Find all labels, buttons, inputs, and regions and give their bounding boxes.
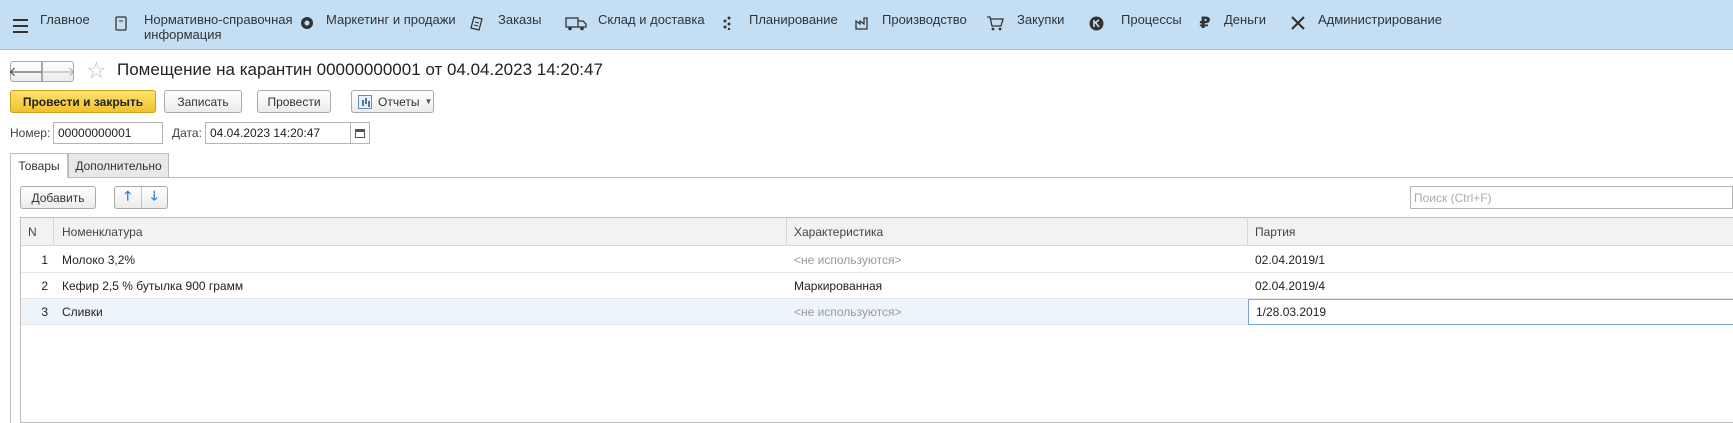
menu-section-marketing[interactable]: Маркетинг и продажи [296,12,456,32]
menu-section-reference[interactable]: Нормативно-справочная информация [110,12,293,42]
processes-icon [1085,14,1107,32]
reports-icon [358,94,372,109]
menu-section-label: Маркетинг и продажи [326,12,456,27]
cell-item[interactable]: Кефир 2,5 % бутылка 900 грамм [55,273,787,299]
date-field[interactable]: 04.04.2023 14:20:47 [205,122,351,144]
menu-section-label: Производство [882,12,967,27]
cell-n: 2 [41,279,48,293]
goods-table: N Номенклатура Характеристика Партия 1 М… [20,217,1733,423]
column-header-characteristic[interactable]: Характеристика [787,218,1248,246]
reference-book-icon [110,14,132,32]
tab-additional[interactable]: Дополнительно [68,153,169,178]
menu-section-main[interactable]: Главное [28,12,90,27]
page-title: Помещение на карантин 00000000001 от 04.… [117,60,603,79]
table-row[interactable]: 3 Сливки <не используются> 1/28.03.2019 [21,299,1733,325]
menu-section-label: Заказы [498,12,542,27]
menu-icon[interactable] [13,19,28,33]
marketing-icon [296,14,318,32]
planning-icon [718,14,740,32]
ruble-icon: ₽ [1199,15,1211,32]
orders-icon [466,14,488,32]
move-down-button[interactable]: 🡓 [140,187,168,208]
table-row[interactable]: 2 Кефир 2,5 % бутылка 900 грамм Маркиров… [21,273,1733,299]
arrow-down-icon: 🡓 [150,187,158,203]
cell-batch[interactable]: 1/28.03.2019 [1248,299,1733,325]
cell-n: 1 [41,253,48,267]
arrow-left-icon: 🡐 [8,63,44,79]
favorite-star-icon[interactable]: ☆ [86,56,107,84]
main-menu-bar: Главное Нормативно-справочная информация… [0,0,1733,50]
menu-section-warehouse[interactable]: Склад и доставка [564,12,705,32]
cell-item[interactable]: Сливки [55,299,787,325]
cart-icon [984,14,1006,32]
menu-section-production[interactable]: Производство [851,12,967,32]
column-header-n[interactable]: N [21,218,54,246]
post-button[interactable]: Провести [257,90,331,113]
add-button[interactable]: Добавить [20,186,96,209]
back-button[interactable]: 🡐 [8,61,44,82]
calendar-button[interactable] [350,122,370,144]
menu-section-admin[interactable]: Администрирование [1287,12,1442,32]
cell-batch[interactable]: 02.04.2019/4 [1248,273,1733,299]
menu-section-planning[interactable]: Планирование [718,12,838,32]
column-header-nomenclature[interactable]: Номенклатура [55,218,787,246]
cell-batch[interactable]: 02.04.2019/1 [1248,247,1733,273]
reports-button[interactable]: Отчеты ▼ [351,90,434,113]
cell-characteristic[interactable]: Маркированная [787,273,1248,299]
menu-section-label: Планирование [749,12,838,27]
cell-item[interactable]: Молоко 3,2% [55,247,787,273]
reports-label: Отчеты [378,94,420,109]
move-buttons: 🡑 🡓 [114,186,168,209]
number-field[interactable]: 00000000001 [53,122,163,144]
arrow-right-icon: 🡒 [40,63,76,79]
date-label: Дата: [172,126,202,140]
tools-icon [1287,14,1309,32]
menu-section-label: Склад и доставка [598,12,705,27]
number-label: Номер: [10,126,51,140]
menu-section-money[interactable]: ₽ Деньги [1194,12,1266,32]
cell-characteristic[interactable]: <не используются> [787,299,1248,325]
calendar-icon [355,128,365,138]
menu-section-label: Закупки [1017,12,1065,27]
column-header-batch[interactable]: Партия [1248,218,1733,246]
menu-section-label: Деньги [1224,12,1266,27]
cell-n: 3 [41,305,48,319]
move-up-button[interactable]: 🡑 [115,187,141,208]
menu-section-label: Главное [40,12,90,27]
table-row[interactable]: 1 Молоко 3,2% <не используются> 02.04.20… [21,247,1733,273]
search-input[interactable]: Поиск (Ctrl+F) [1410,186,1733,209]
arrow-up-icon: 🡑 [124,187,132,203]
post-and-close-button[interactable]: Провести и закрыть [10,90,156,113]
menu-section-label: Нормативно-справочная информация [144,12,293,42]
menu-section-processes[interactable]: Процессы [1085,12,1182,32]
factory-icon [851,14,873,32]
cell-characteristic[interactable]: <не используются> [787,247,1248,273]
menu-section-orders[interactable]: Заказы [466,12,541,32]
table-header: N Номенклатура Характеристика Партия [21,218,1733,246]
menu-section-label: Администрирование [1318,12,1442,27]
truck-icon [564,14,588,32]
forward-button[interactable]: 🡒 [40,61,76,82]
menu-section-purchases[interactable]: Закупки [984,12,1064,32]
tab-goods[interactable]: Товары [10,153,68,178]
menu-section-label: Процессы [1121,12,1182,27]
save-button[interactable]: Записать [164,90,242,113]
dropdown-caret-icon: ▼ [424,97,433,106]
